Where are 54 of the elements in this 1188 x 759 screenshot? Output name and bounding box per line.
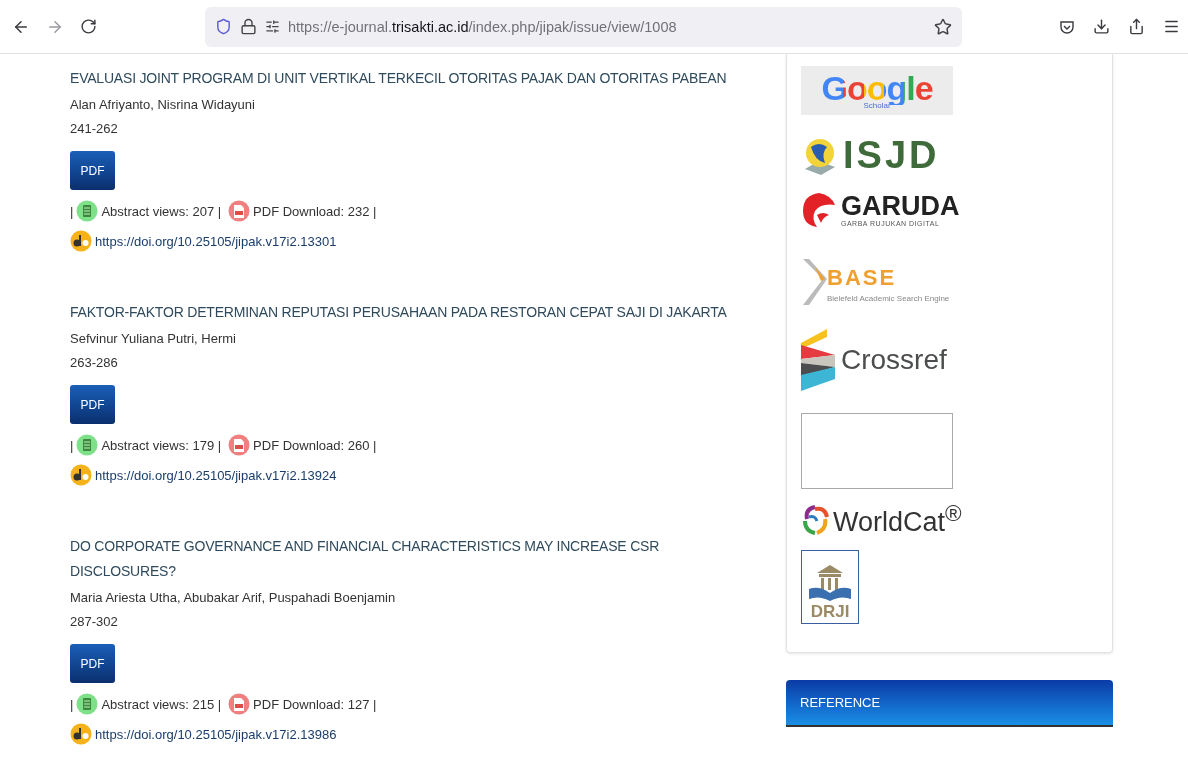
pdf-downloads-text: PDF Download: 232 | (253, 203, 377, 219)
permissions-icon (265, 19, 280, 34)
article-authors: Maria Ariesta Utha, Abubakar Arif, Puspahadi Boenjamin (70, 589, 397, 607)
document-icon (76, 693, 99, 715)
pdf-button[interactable]: PDF (70, 644, 115, 683)
article-authors: Sefvinur Yuliana Putri, Hermi (70, 330, 237, 348)
pdf-downloads-text: PDF Download: 260 | (253, 437, 377, 453)
pdf-downloads-text: PDF Download: 127 | (253, 696, 377, 712)
doi-icon (70, 464, 92, 486)
document-icon (76, 434, 99, 456)
reload-icon (80, 18, 97, 35)
lock-icon (240, 18, 257, 35)
bird-icon (801, 191, 837, 229)
chevron-icon (801, 257, 827, 307)
article-pages: 263-286 (70, 354, 119, 372)
download-icon[interactable] (1093, 18, 1110, 35)
pdf-button[interactable]: PDF (70, 151, 115, 190)
doi-link[interactable]: https://doi.org/10.25105/jipak.v17i2.13986 (95, 726, 337, 742)
separator-text: | (70, 437, 74, 453)
stripes-icon (801, 329, 837, 391)
shield-icon (215, 18, 232, 35)
separator-text: | (70, 696, 74, 712)
pocket-icon[interactable] (1059, 18, 1075, 35)
abstract-views-text: Abstract views: 179 | (101, 437, 222, 453)
library-icon (807, 563, 853, 603)
article-pages: 241-262 (70, 120, 119, 138)
article-title-link[interactable]: EVALUASI JOINT PROGRAM DI UNIT VERTIKAL TERKECIL OTORITAS PAJAK DAN OTORITAS PABEAN (70, 66, 760, 91)
doi-icon (70, 723, 92, 745)
article-authors: Alan Afriyanto, Nisrina Widayuni (70, 96, 256, 114)
isjd-logo[interactable]: ISJD (801, 133, 940, 177)
url-text[interactable]: https://e-journal.trisakti.ac.id/index.php/jipak/issue/view/1008 (288, 18, 926, 35)
pdf-file-icon (228, 693, 251, 715)
reference-title: REFERENCE (800, 695, 881, 710)
share-icon[interactable] (1128, 18, 1145, 35)
doi-icon (70, 230, 92, 252)
abstract-views-text: Abstract views: 215 | (101, 696, 222, 712)
doi-link[interactable]: https://doi.org/10.25105/jipak.v17i2.13301 (95, 233, 337, 249)
abstract-views-text: Abstract views: 207 | (101, 203, 222, 219)
base-logo[interactable]: BASE Bielefeld Academic Search Engine (801, 257, 950, 307)
article-title-link[interactable]: DO CORPORATE GOVERNANCE AND FINANCIAL CHARACTERISTICS MAY INCREASE CSR DISCLOSURES? (70, 534, 760, 584)
separator-text: | (70, 203, 74, 219)
worldcat-logo[interactable]: WorldCat$^{®}$ (801, 503, 962, 536)
address-bar[interactable]: https://e-journal.trisakti.ac.id/index.php/jipak/issue/view/1008 (205, 6, 962, 47)
article-title-link[interactable]: FAKTOR-FAKTOR DETERMINAN REPUTASI PERUSAHAAN PADA RESTORAN CEPAT SAJI DI JAKARTA (70, 300, 760, 325)
crossref-logo[interactable]: Crossref (801, 329, 947, 391)
swirl-icon (801, 504, 829, 535)
bookmark-star-icon (934, 17, 952, 36)
article-pages: 287-302 (70, 613, 119, 631)
document-icon (76, 200, 99, 222)
pdf-button[interactable]: PDF (70, 385, 115, 424)
pdf-file-icon (228, 434, 251, 456)
menu-icon[interactable] (1163, 18, 1180, 35)
doi-link[interactable]: https://doi.org/10.25105/jipak.v17i2.13924 (95, 467, 337, 483)
pdf-file-icon (228, 200, 251, 222)
